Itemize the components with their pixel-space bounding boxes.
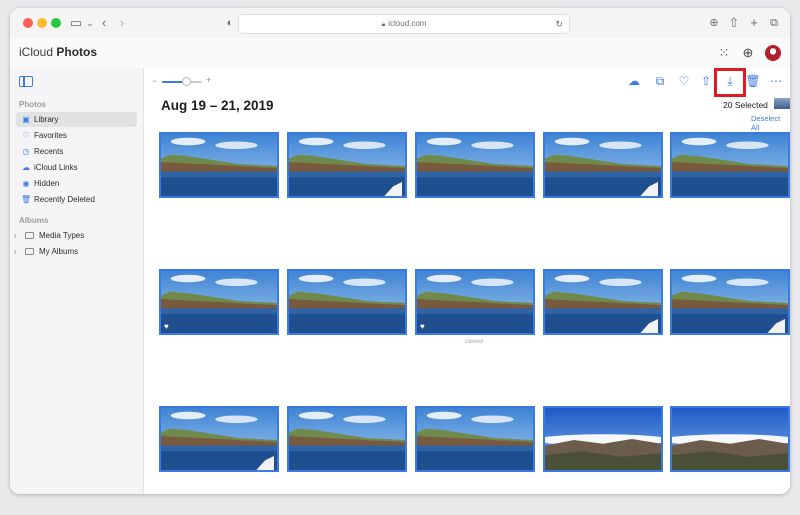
sidebar-item-label: Media Types [39,231,85,240]
library-icon: ▣ [22,115,30,124]
photo-thumbnail[interactable] [287,132,407,198]
lock-icon: 🔒︎ [381,21,386,28]
privacy-shield-icon[interactable]: ◐ [222,15,238,31]
favorite-icon[interactable]: ♡ [676,73,692,89]
page-title: Aug 19 – 21, 2019 [161,98,274,113]
close-window-button[interactable] [23,18,33,28]
browser-share-icon[interactable]: ⇧ [726,15,742,31]
deselect-all-link[interactable]: Deselect All [751,114,790,132]
more-icon[interactable]: ⋯ [768,73,784,89]
sidebar-toggle-icon[interactable] [19,76,33,87]
photo-thumbnail[interactable] [415,132,535,198]
sidebar-item-recents[interactable]: ◷ Recents [16,144,137,159]
eye-icon: ◉ [22,179,30,188]
photo-thumbnail[interactable] [543,406,663,472]
new-tab-icon[interactable]: + [746,15,762,31]
browser-window: ▭ ⌄ ‹ › ◐ 🔒︎ icloud.com ↻ ⊕ ⇧ + ⧉ iCloud … [10,8,790,494]
sidebar-item-library[interactable]: ▣ Library [16,112,137,127]
app-brand[interactable]: iCloud Photos [19,45,97,59]
minimize-window-button[interactable] [37,18,47,28]
url-text: icloud.com [388,19,427,28]
zoom-slider[interactable] [162,77,202,86]
photo-thumbnail[interactable] [159,132,279,198]
download-highlight-box [714,68,746,97]
heart-icon: ♡ [22,131,30,140]
brand-prefix: iCloud [19,45,54,59]
upload-icon[interactable]: ☁ [626,73,642,89]
folder-icon [25,232,34,239]
forward-icon[interactable]: › [114,15,130,31]
photo-thumbnail[interactable] [543,132,663,198]
sidebar-item-label: Hidden [34,179,60,188]
sidebar-section-photos: Photos [19,100,47,109]
photo-thumbnail[interactable] [670,406,790,472]
sidebar-item-label: Library [34,115,59,124]
sidebar-item-media-types[interactable]: › Media Types [14,228,137,243]
create-icon[interactable]: ⊕ [740,45,756,61]
zoom-out-button[interactable]: − [152,76,157,86]
photo-thumbnail[interactable]: ♥ [159,269,279,335]
photo-thumbnail[interactable] [287,406,407,472]
sidebar-item-hidden[interactable]: ◉ Hidden [16,176,137,191]
photo-thumbnail[interactable] [159,406,279,472]
sidebar-item-label: Favorites [34,131,67,140]
tab-overview-icon[interactable]: ⧉ [766,15,782,31]
back-icon[interactable]: ‹ [96,15,112,31]
sidebar-item-label: iCloud Links [34,163,78,172]
sidebar-item-my-albums[interactable]: › My Albums [14,244,137,259]
zoom-slider-handle[interactable] [182,77,191,86]
trash-icon: 🗑︎ [21,195,32,204]
clock-icon: ◷ [22,147,30,156]
photo-library: − + ☁ ⧉ ♡ ⇧ ⤓ 🗑︎ ⋯ Aug 19 – 21, 2019 20 … [144,68,790,494]
address-bar[interactable]: 🔒︎ icloud.com ↻ [238,14,570,34]
app-header: iCloud Photos ⁙ ⊕ [10,38,790,69]
sidebar-item-label: Recents [34,147,64,156]
sidebar-section-albums: Albums [19,216,49,225]
sidebar-item-recently-deleted[interactable]: 🗑︎ Recently Deleted [16,192,137,207]
reload-icon[interactable]: ↻ [555,15,563,33]
photo-caption: Unlisted [465,339,484,345]
sidebar-item-label: Recently Deleted [34,195,95,204]
chevron-right-icon[interactable]: › [14,244,17,259]
sidebar-item-icloud-links[interactable]: ☁ iCloud Links [16,160,137,175]
brand-name: Photos [56,45,98,59]
avatar[interactable] [765,45,781,61]
chevron-right-icon[interactable]: › [14,228,17,243]
delete-icon[interactable]: 🗑︎ [745,73,761,89]
photo-thumbnail[interactable] [670,269,790,335]
photo-thumbnail[interactable] [670,132,790,198]
photo-thumbnail[interactable] [287,269,407,335]
selection-thumbnail [774,98,790,109]
favorite-heart-icon: ♥ [420,322,425,331]
folder-icon [25,248,34,255]
sidebar-item-favorites[interactable]: ♡ Favorites [16,128,137,143]
download-status-icon[interactable]: ⊕ [706,15,722,31]
favorite-heart-icon: ♥ [164,322,169,331]
photo-thumbnail[interactable] [415,406,535,472]
selection-count: 20 Selected [723,100,768,110]
add-to-album-icon[interactable]: ⧉ [652,73,668,89]
photo-thumbnail[interactable]: ♥ [415,269,535,335]
share-icon[interactable]: ⇧ [698,73,714,89]
sidebar: Photos ▣ Library ♡ Favorites ◷ Recents ☁… [10,68,144,494]
photo-thumbnail[interactable] [543,269,663,335]
zoom-in-button[interactable]: + [206,75,211,85]
browser-toolbar: ▭ ⌄ ‹ › ◐ 🔒︎ icloud.com ↻ ⊕ ⇧ + ⧉ [10,8,790,39]
zoom-window-button[interactable] [51,18,61,28]
cloud-icon: ☁ [22,163,30,172]
app-launcher-icon[interactable]: ⁙ [716,45,732,61]
sidebar-item-label: My Albums [39,247,79,256]
